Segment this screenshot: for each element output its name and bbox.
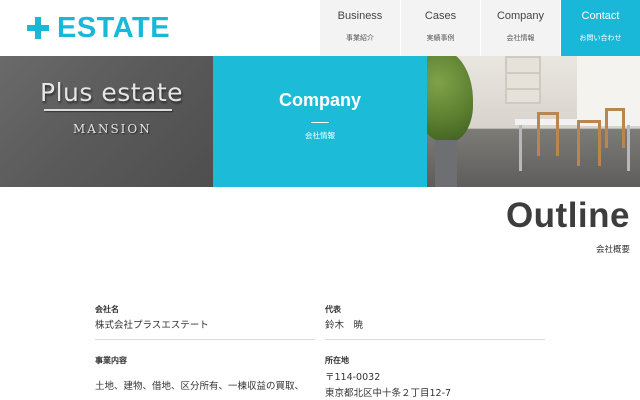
nav-item-sublabel: お問い合わせ <box>579 34 622 42</box>
title-divider <box>311 122 329 123</box>
page-title: Company <box>278 90 361 110</box>
divider <box>95 339 315 340</box>
plus-icon <box>27 17 49 39</box>
shelf <box>505 56 541 104</box>
plant <box>427 56 473 142</box>
nav-item-sublabel: 実績事例 <box>426 34 455 42</box>
desk-leg <box>627 125 630 171</box>
logo-text: ESTATE <box>57 12 171 44</box>
company-name-value: 株式会社プラスエステート <box>95 320 209 331</box>
nav-item-label: Cases <box>424 10 457 22</box>
sign-underline <box>44 109 172 111</box>
representative-value: 鈴木 暁 <box>325 320 364 331</box>
nav-item-contact[interactable]: Contact お問い合わせ <box>560 0 640 56</box>
nav-item-label: Contact <box>581 10 620 22</box>
chair <box>605 108 625 148</box>
section-subtitle: 会社概要 <box>595 245 630 255</box>
sign-text: Plus estate <box>40 78 184 107</box>
building-sign-photo: Plus estate MANSION <box>0 56 213 187</box>
hero-banner: Plus estate MANSION Company 会社情報 <box>0 56 640 187</box>
divider <box>325 339 545 340</box>
section-title: Outline <box>505 196 630 235</box>
nav-item-company[interactable]: Company 会社情報 <box>480 0 560 56</box>
hero-title-panel: Company 会社情報 <box>213 56 427 187</box>
nav-item-business[interactable]: Business 事業紹介 <box>320 0 400 56</box>
address-value: 東京都北区中十条２丁目12-7 <box>325 388 452 399</box>
nav-item-sublabel: 事業紹介 <box>346 34 374 42</box>
office-interior-photo <box>427 56 640 187</box>
site-logo[interactable]: ESTATE <box>27 13 170 43</box>
site-header: ESTATE Business 事業紹介 Cases 実績事例 Company … <box>0 0 640 56</box>
postal-code: 〒114-0032 <box>325 372 381 383</box>
nav-item-label: Company <box>496 10 545 22</box>
page-subtitle: 会社情報 <box>305 131 335 140</box>
nav-item-sublabel: 会社情報 <box>506 34 535 42</box>
representative-label: 代表 <box>325 305 341 314</box>
chair <box>577 120 601 166</box>
main-nav: Business 事業紹介 Cases 実績事例 Company 会社情報 Co… <box>320 0 640 56</box>
sign-subtext: MANSION <box>73 122 152 136</box>
chair <box>537 112 559 156</box>
nav-item-cases[interactable]: Cases 実績事例 <box>400 0 480 56</box>
business-label: 事業内容 <box>95 356 127 365</box>
nav-item-label: Business <box>337 10 383 22</box>
company-name-label: 会社名 <box>95 305 119 314</box>
desk-leg <box>519 125 522 171</box>
plant-pot <box>435 140 457 187</box>
business-value: 土地、建物、借地、区分所有、一棟収益の買取、 <box>95 381 305 392</box>
address-label: 所在地 <box>325 356 349 365</box>
